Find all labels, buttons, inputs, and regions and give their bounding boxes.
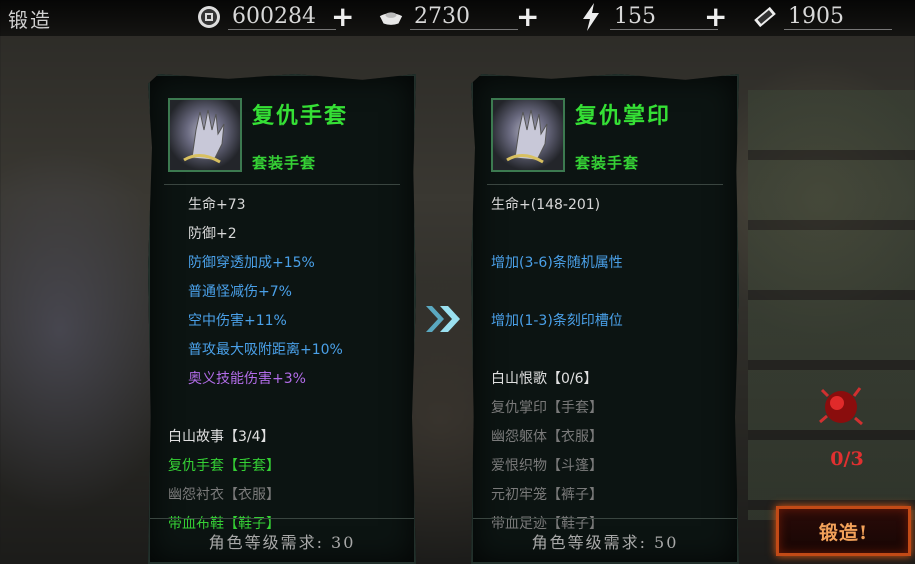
- set-item: 元初牢笼【裤子】: [491, 487, 603, 503]
- page-title: 锻造: [8, 8, 52, 32]
- set-item: 幽怨衬衣【衣服】: [168, 487, 280, 503]
- stat-line: 增加(1-3)条刻印槽位: [491, 313, 623, 329]
- set-name: 白山故事【3/4】: [168, 429, 275, 445]
- item-type: 套装手套: [252, 154, 317, 172]
- material-count: 0/3: [830, 448, 864, 470]
- add-coins-button[interactable]: +: [331, 3, 354, 31]
- ingots-value: 2730: [410, 4, 518, 30]
- current-item-card: 复仇手套 套装手套 生命+73 防御+2 防御穿透加成+15% 普通怪减伤+7%…: [148, 74, 416, 564]
- set-item: 爱恨织物【斗篷】: [491, 458, 603, 474]
- item-name: 复仇手套: [252, 103, 349, 129]
- stat-line: 生命+(148-201): [491, 197, 601, 213]
- divider: [487, 184, 723, 185]
- item-type: 套装手套: [575, 154, 640, 172]
- forge-button[interactable]: 锻造!: [776, 506, 911, 556]
- resource-energy: 155: [578, 2, 718, 32]
- energy-value: 155: [610, 4, 718, 30]
- result-item-card: 复仇掌印 套装手套 生命+(148-201) 增加(3-6)条随机属性 增加(1…: [471, 74, 739, 564]
- resource-coins: 600284: [196, 2, 336, 32]
- level-requirement: 角色等级需求: 50: [473, 518, 737, 562]
- coins-value: 600284: [228, 4, 336, 30]
- glove-icon[interactable]: [491, 98, 565, 172]
- stat-line: 生命+73: [188, 197, 246, 213]
- stat-line: 空中伤害+11%: [188, 313, 287, 329]
- add-energy-button[interactable]: +: [704, 3, 727, 31]
- stat-line: 增加(3-6)条随机属性: [491, 255, 623, 271]
- coin-icon: [196, 4, 222, 30]
- glove-icon[interactable]: [168, 98, 242, 172]
- chevron-right-icon: [422, 302, 466, 336]
- level-requirement: 角色等级需求: 30: [150, 518, 414, 562]
- resource-tickets: 1905: [752, 2, 892, 32]
- resource-ingots: 2730: [378, 2, 518, 32]
- set-item: 复仇手套【手套】: [168, 458, 280, 474]
- stat-line: 防御穿透加成+15%: [188, 255, 315, 271]
- ingot-icon: [378, 4, 404, 30]
- item-name: 复仇掌印: [575, 103, 672, 129]
- stat-line: 奥义技能伤害+3%: [188, 371, 306, 387]
- add-ingots-button[interactable]: +: [516, 3, 539, 31]
- divider: [164, 184, 400, 185]
- set-item: 复仇掌印【手套】: [491, 400, 603, 416]
- stat-line: 普攻最大吸附距离+10%: [188, 342, 343, 358]
- blood-gem-icon[interactable]: [812, 378, 870, 436]
- tickets-value: 1905: [784, 4, 892, 30]
- set-name: 白山恨歌【0/6】: [491, 371, 598, 387]
- set-item: 幽怨躯体【衣服】: [491, 429, 603, 445]
- stat-line: 防御+2: [188, 226, 237, 242]
- lightning-icon: [578, 3, 604, 31]
- ticket-icon: [752, 4, 778, 30]
- stat-line: 普通怪减伤+7%: [188, 284, 292, 300]
